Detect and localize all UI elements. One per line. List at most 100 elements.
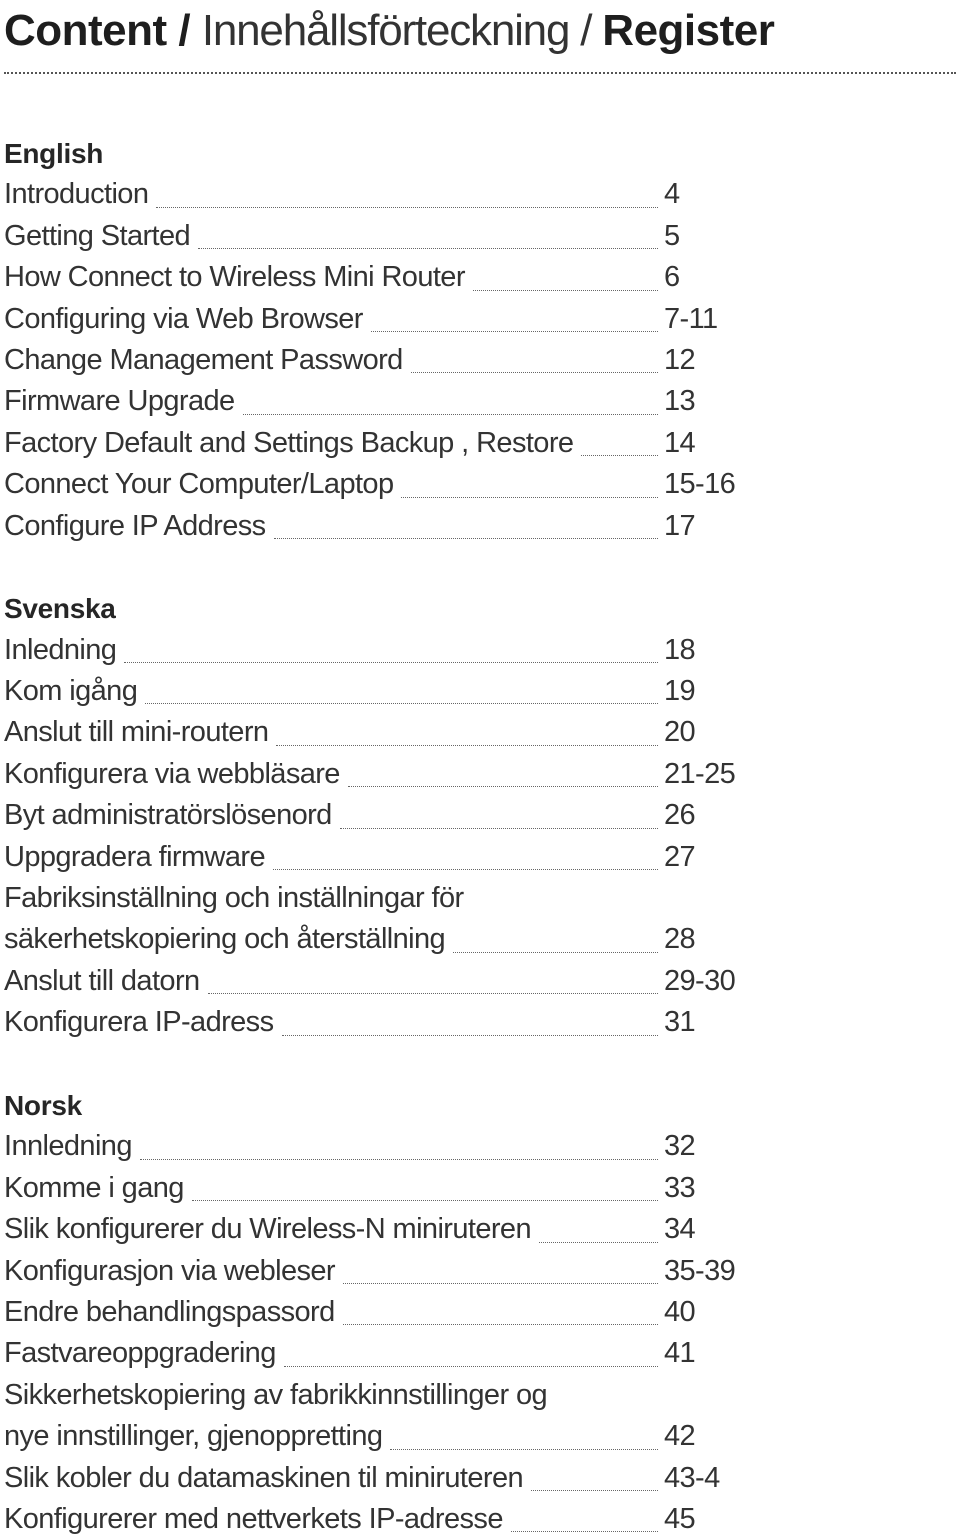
dot-leader [453, 951, 658, 953]
toc-entry-label: Slik konfigurerer du Wireless-N minirute… [4, 1213, 532, 1246]
toc-entry-page-number: 35-39 [664, 1254, 736, 1287]
dot-leader [198, 248, 658, 250]
toc-entry[interactable]: Fastvareoppgradering 41 [4, 1333, 764, 1374]
toc-section-svenska: Svenska Inledning 18 Kom igång 19 Anslut till… [4, 588, 764, 1043]
dot-leader [283, 1365, 658, 1367]
dot-leader [276, 744, 658, 746]
toc-entry-page-number: 32 [664, 1130, 696, 1163]
toc-entry[interactable]: Slik kobler du datamaskinen til minirute… [4, 1458, 764, 1499]
title-innehallsforteckning: Innehållsförteckning / [201, 6, 603, 55]
dot-leader [510, 1531, 658, 1533]
dot-leader [139, 1158, 658, 1160]
dot-leader [273, 869, 658, 871]
toc-entry-label: Konfigurasjon via webleser [4, 1254, 336, 1287]
toc-entry-page-number: 17 [664, 509, 696, 542]
toc-entry[interactable]: Konfigurerer med nettverkets IP-adresse 4… [4, 1499, 764, 1540]
toc-entry[interactable]: Innledning 32 [4, 1126, 764, 1167]
toc-entry-page-number: 28 [664, 923, 696, 956]
toc-entry-page-number: 5 [664, 219, 680, 252]
toc-section-english: English Introduction 4 Getting Started 5 How … [4, 133, 764, 547]
toc-entry-label: säkerhetskopiering och återställning [4, 923, 446, 956]
toc-entry-label: Konfigurera IP-adress [4, 1006, 274, 1039]
toc-entry-label-line1: Fabriksinställning och inställningar för [4, 882, 464, 915]
toc-entry-page-number: 20 [664, 716, 696, 749]
toc-entry[interactable]: Configuring via Web Browser 7-11 [4, 299, 764, 340]
toc-entry-page-number: 43-4 [664, 1461, 720, 1494]
dot-leader [342, 1282, 658, 1284]
dot-leader [539, 1241, 658, 1243]
toc-entry-label-line1: Sikkerhetskopiering av fabrikkinnstillin… [4, 1378, 548, 1411]
dot-leader [347, 786, 658, 788]
toc-entry[interactable]: Uppgradera firmware 27 [4, 837, 764, 878]
toc-entry-label: Configure IP Address [4, 509, 266, 542]
toc-entry-page-number: 7-11 [664, 302, 718, 335]
toc-entry[interactable]: Firmware Upgrade 13 [4, 381, 764, 422]
dot-leader [273, 537, 658, 539]
toc-entry-page-number: 40 [664, 1295, 696, 1328]
section-heading: English [4, 138, 104, 169]
toc-entry-page-number: 29-30 [664, 964, 736, 997]
dot-leader [581, 455, 658, 457]
toc-entry-label: Endre behandlingspassord [4, 1295, 335, 1328]
toc-entry-label: Factory Default and Settings Backup , Re… [4, 426, 574, 459]
toc-entry-label: Inledning [4, 633, 117, 666]
toc-entry[interactable]: Anslut till mini-routern 20 [4, 712, 764, 753]
toc-entry[interactable]: Konfigurera via webbläsare 21-25 [4, 754, 764, 795]
toc-entry[interactable]: Change Management Password 12 [4, 340, 764, 381]
dot-leader [124, 662, 658, 664]
page-title: Content / Innehållsförteckning / Registe… [4, 4, 775, 58]
toc-entry-page-number: 15-16 [664, 468, 736, 501]
section-heading: Svenska [4, 593, 116, 625]
toc-entry-label: Firmware Upgrade [4, 385, 235, 418]
toc-entry-page-number: 41 [664, 1337, 696, 1370]
toc-entry[interactable]: Inledning 18 [4, 630, 764, 671]
toc-entry[interactable]: How Connect to Wireless Mini Router 6 [4, 257, 764, 298]
dot-leader [390, 1448, 658, 1450]
dot-leader [472, 289, 658, 291]
toc-entry-label: Komme i gang [4, 1171, 184, 1204]
toc-entry[interactable]: Anslut till datorn 29-30 [4, 961, 764, 1002]
toc-entry[interactable]: Kom igång 19 [4, 671, 764, 712]
toc-section-norsk: Norsk Innledning 32 Komme i gang 33 Slik konf… [4, 1085, 764, 1540]
toc-entry[interactable]: Slik konfigurerer du Wireless-N minirute… [4, 1209, 764, 1250]
dot-leader [207, 993, 658, 995]
toc-entry[interactable]: Konfigurasjon via webleser 35-39 [4, 1251, 764, 1292]
toc-entry[interactable]: Fabriksinställning och inställningar för… [4, 878, 764, 961]
toc-entry[interactable]: Byt administratörslösenord 26 [4, 795, 764, 836]
dot-leader [531, 1489, 658, 1491]
toc-entry-label: Introduction [4, 178, 149, 211]
toc-entry-label: nye innstillinger, gjenoppretting [4, 1420, 383, 1453]
title-content: Content / [4, 6, 202, 55]
toc-entry[interactable]: Konfigurera IP-adress 31 [4, 1002, 764, 1043]
dot-leader [410, 372, 658, 374]
toc-entry[interactable]: Komme i gang 33 [4, 1168, 764, 1209]
toc-entry[interactable]: Sikkerhetskopiering av fabrikkinnstillin… [4, 1375, 764, 1458]
dot-leader [145, 703, 658, 705]
toc-entry-page-number: 4 [664, 178, 680, 211]
toc-entry-page-number: 31 [664, 1006, 696, 1039]
toc-entry[interactable]: Configure IP Address 17 [4, 506, 764, 547]
toc-entry-page-number: 12 [664, 343, 696, 376]
title-register: Register [602, 6, 775, 55]
toc-entry-label: Configuring via Web Browser [4, 302, 363, 335]
toc-entry[interactable]: Connect Your Computer/Laptop 15-16 [4, 464, 764, 505]
dot-leader [339, 827, 658, 829]
toc-entry[interactable]: Endre behandlingspassord 40 [4, 1292, 764, 1333]
toc-entry-page-number: 19 [664, 675, 696, 708]
toc-entry-label: Byt administratörslösenord [4, 799, 332, 832]
toc-entry-label: Connect Your Computer/Laptop [4, 468, 394, 501]
toc-entry-label: Change Management Password [4, 343, 403, 376]
dot-leader [156, 206, 658, 208]
toc-entry[interactable]: Factory Default and Settings Backup , Re… [4, 423, 764, 464]
toc-entry-page-number: 33 [664, 1171, 696, 1204]
toc-entry-page-number: 26 [664, 799, 696, 832]
toc-entry-page-number: 42 [664, 1420, 696, 1453]
toc-entry[interactable]: Introduction 4 [4, 174, 764, 215]
toc-entry-label: Innledning [4, 1130, 132, 1163]
toc-entry[interactable]: Getting Started 5 [4, 216, 764, 257]
dot-leader [401, 496, 658, 498]
toc-entry-label: Slik kobler du datamaskinen til minirute… [4, 1461, 524, 1494]
section-heading: Norsk [4, 1089, 82, 1121]
toc-entry-label: Fastvareoppgradering [4, 1337, 276, 1370]
toc-entry-label: How Connect to Wireless Mini Router [4, 261, 465, 294]
